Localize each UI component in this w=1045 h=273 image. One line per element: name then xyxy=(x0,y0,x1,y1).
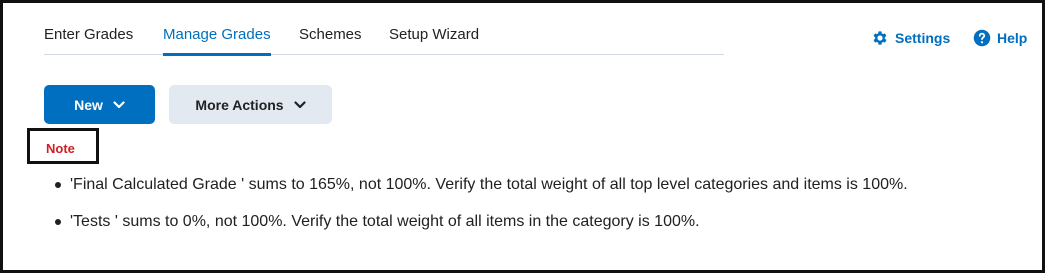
new-button[interactable]: New xyxy=(44,85,155,124)
settings-label: Settings xyxy=(895,30,951,46)
new-button-label: New xyxy=(74,96,103,113)
gear-icon xyxy=(871,29,889,47)
help-label: Help xyxy=(997,30,1028,46)
grades-page: Enter Grades Manage Grades Schemes Setup… xyxy=(0,0,1045,273)
chevron-down-icon xyxy=(113,100,125,109)
list-item: 'Final Calculated Grade ' sums to 165%, … xyxy=(55,175,1035,195)
list-item: 'Tests ' sums to 0%, not 100%. Verify th… xyxy=(55,212,1035,232)
bullet-icon xyxy=(55,182,61,188)
help-circle-icon xyxy=(973,29,991,47)
settings-link[interactable]: Settings xyxy=(871,28,950,48)
tab-manage-grades[interactable]: Manage Grades xyxy=(163,25,271,56)
tab-enter-grades[interactable]: Enter Grades xyxy=(44,25,133,55)
tab-schemes[interactable]: Schemes xyxy=(299,25,362,55)
grades-tabs: Enter Grades Manage Grades Schemes Setup… xyxy=(44,25,724,56)
weight-warning-list: 'Final Calculated Grade ' sums to 165%, … xyxy=(55,175,1035,232)
note-label: Note xyxy=(46,141,75,156)
tab-setup-wizard[interactable]: Setup Wizard xyxy=(389,25,479,55)
more-actions-label: More Actions xyxy=(195,96,284,113)
help-link[interactable]: Help xyxy=(973,28,1027,48)
more-actions-button[interactable]: More Actions xyxy=(169,85,332,124)
top-navigation: Enter Grades Manage Grades Schemes Setup… xyxy=(44,25,1027,56)
chevron-down-icon xyxy=(293,100,306,109)
warning-text: 'Tests ' sums to 0%, not 100%. Verify th… xyxy=(70,213,700,230)
warning-text: 'Final Calculated Grade ' sums to 165%, … xyxy=(70,176,908,193)
bullet-icon xyxy=(55,219,61,225)
note-highlight-box: Note xyxy=(27,128,99,164)
